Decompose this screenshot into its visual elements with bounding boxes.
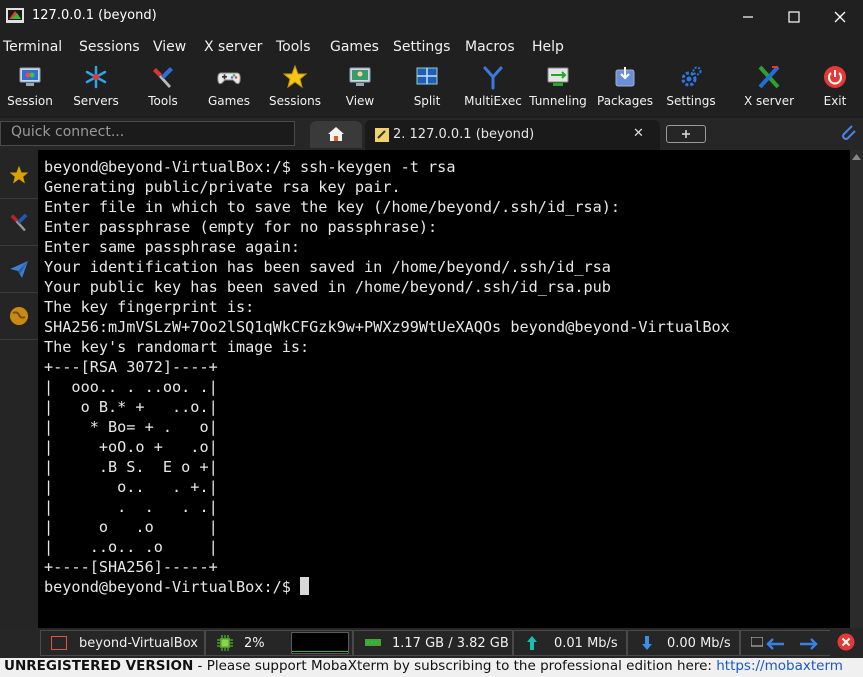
x-server-icon	[758, 65, 780, 89]
terminal-output: beyond@beyond-VirtualBox:/$ ssh-keygen -…	[44, 158, 730, 596]
cpu-graph	[291, 632, 349, 654]
status-host: beyond-VirtualBox	[40, 630, 205, 656]
tools-button[interactable]: Tools	[135, 60, 191, 116]
toolbar: Session Servers Tools Games Sessions Vie…	[0, 60, 863, 116]
menu-games[interactable]: Games	[330, 39, 379, 55]
menu-sessions[interactable]: Sessions	[79, 39, 140, 55]
sidebar-macros[interactable]	[0, 246, 38, 293]
home-icon	[328, 127, 344, 141]
unregistered-banner: UNREGISTERED VERSION - Please support Mo…	[0, 658, 863, 677]
arrow-right-icon[interactable]	[798, 637, 818, 651]
banner-link[interactable]: https://mobaxterm	[716, 658, 843, 674]
view-monitor-icon	[349, 67, 371, 86]
scroll-up-icon	[852, 154, 861, 160]
star-icon	[282, 64, 308, 89]
menu-terminal[interactable]: Terminal	[3, 39, 62, 55]
status-cpu: 2%	[205, 630, 353, 656]
terminal-prompt: beyond@beyond-VirtualBox:/$	[44, 578, 301, 596]
close-icon	[834, 11, 846, 23]
paper-plane-icon	[10, 261, 28, 278]
title-bar: 127.0.0.1 (beyond)	[0, 0, 863, 34]
terminal-tab-icon	[375, 128, 389, 142]
close-circle-icon[interactable]	[837, 633, 855, 651]
split-button[interactable]: Split	[400, 60, 454, 116]
session-monitor-icon	[19, 67, 41, 86]
packages-button[interactable]: Packages	[596, 60, 654, 116]
split-icon	[416, 67, 438, 85]
cpu-icon	[217, 635, 233, 651]
sessions-button[interactable]: Sessions	[266, 60, 324, 116]
maximize-button[interactable]	[771, 0, 817, 34]
maximize-icon	[788, 11, 800, 23]
x-server-button[interactable]: X server	[740, 60, 798, 116]
minimize-button[interactable]	[725, 0, 771, 34]
games-button[interactable]: Games	[201, 60, 257, 116]
terminal-area[interactable]: beyond@beyond-VirtualBox:/$ ssh-keygen -…	[38, 150, 850, 628]
globe-icon	[10, 307, 28, 325]
menu-tools[interactable]: Tools	[276, 39, 311, 55]
sidebar-tools[interactable]	[0, 199, 38, 246]
tab-close-icon[interactable]: ✕	[633, 126, 644, 141]
status-memory: 1.17 GB / 3.82 GB	[353, 630, 513, 656]
packages-icon	[615, 67, 635, 87]
paperclip-icon[interactable]	[838, 122, 858, 142]
power-icon	[824, 66, 846, 88]
menu-settings[interactable]: Settings	[393, 39, 450, 55]
upload-arrow-icon	[527, 636, 537, 650]
download-arrow-icon	[642, 636, 652, 650]
multiexec-button[interactable]: MultiExec	[464, 60, 522, 116]
status-upload: 0.01 Mb/s	[513, 630, 627, 656]
tab-label: 2. 127.0.0.1 (beyond)	[393, 127, 535, 142]
arrow-left-icon[interactable]	[766, 637, 786, 651]
window-title: 127.0.0.1 (beyond)	[32, 8, 157, 23]
menu-macros[interactable]: Macros	[465, 39, 515, 55]
menu-view[interactable]: View	[153, 39, 186, 55]
mobaxterm-icon	[6, 8, 24, 23]
terminal-cursor	[300, 577, 310, 595]
star-icon	[9, 165, 29, 184]
menu-bar: Terminal Sessions View X server Tools Ga…	[0, 36, 863, 60]
minimize-icon	[743, 16, 753, 18]
sidebar-sftp[interactable]	[0, 293, 38, 340]
tunneling-button[interactable]: Tunneling	[528, 60, 588, 116]
session-button[interactable]: Session	[2, 60, 58, 116]
banner-message: Please support MobaXterm by subscribing …	[206, 658, 717, 674]
tools-icon	[153, 67, 173, 88]
close-window-button[interactable]	[817, 0, 863, 34]
status-nav	[740, 630, 830, 656]
memory-icon	[365, 639, 381, 646]
home-tab[interactable]	[310, 121, 362, 148]
plus-icon	[682, 130, 690, 138]
left-sidebar	[0, 150, 38, 628]
status-download: 0.00 Mb/s	[627, 630, 740, 656]
servers-icon	[85, 65, 107, 89]
monitor-small-icon	[751, 637, 763, 647]
multiexec-fork-icon	[483, 66, 503, 90]
view-button[interactable]: View	[333, 60, 387, 116]
menu-help[interactable]: Help	[532, 39, 564, 55]
menu-x-server[interactable]: X server	[204, 39, 262, 55]
servers-button[interactable]: Servers	[68, 60, 124, 116]
tools-icon	[10, 213, 28, 232]
sidebar-sessions[interactable]	[0, 152, 38, 199]
new-tab-button[interactable]	[666, 125, 706, 143]
terminal-scrollbar[interactable]	[850, 150, 863, 628]
status-bar: beyond-VirtualBox 2% 1.17 GB / 3.82 GB 0…	[0, 628, 863, 658]
gear-icon	[681, 66, 702, 87]
tab-session-2[interactable]: 2. 127.0.0.1 (beyond) ✕	[365, 120, 660, 150]
tunneling-icon	[547, 67, 569, 86]
banner-label: UNREGISTERED VERSION	[4, 658, 194, 674]
exit-button[interactable]: Exit	[810, 60, 860, 116]
quick-connect-input[interactable]: Quick connect...	[0, 121, 295, 146]
host-icon	[51, 636, 67, 650]
settings-button[interactable]: Settings	[663, 60, 719, 116]
gamepad-icon	[217, 72, 241, 85]
